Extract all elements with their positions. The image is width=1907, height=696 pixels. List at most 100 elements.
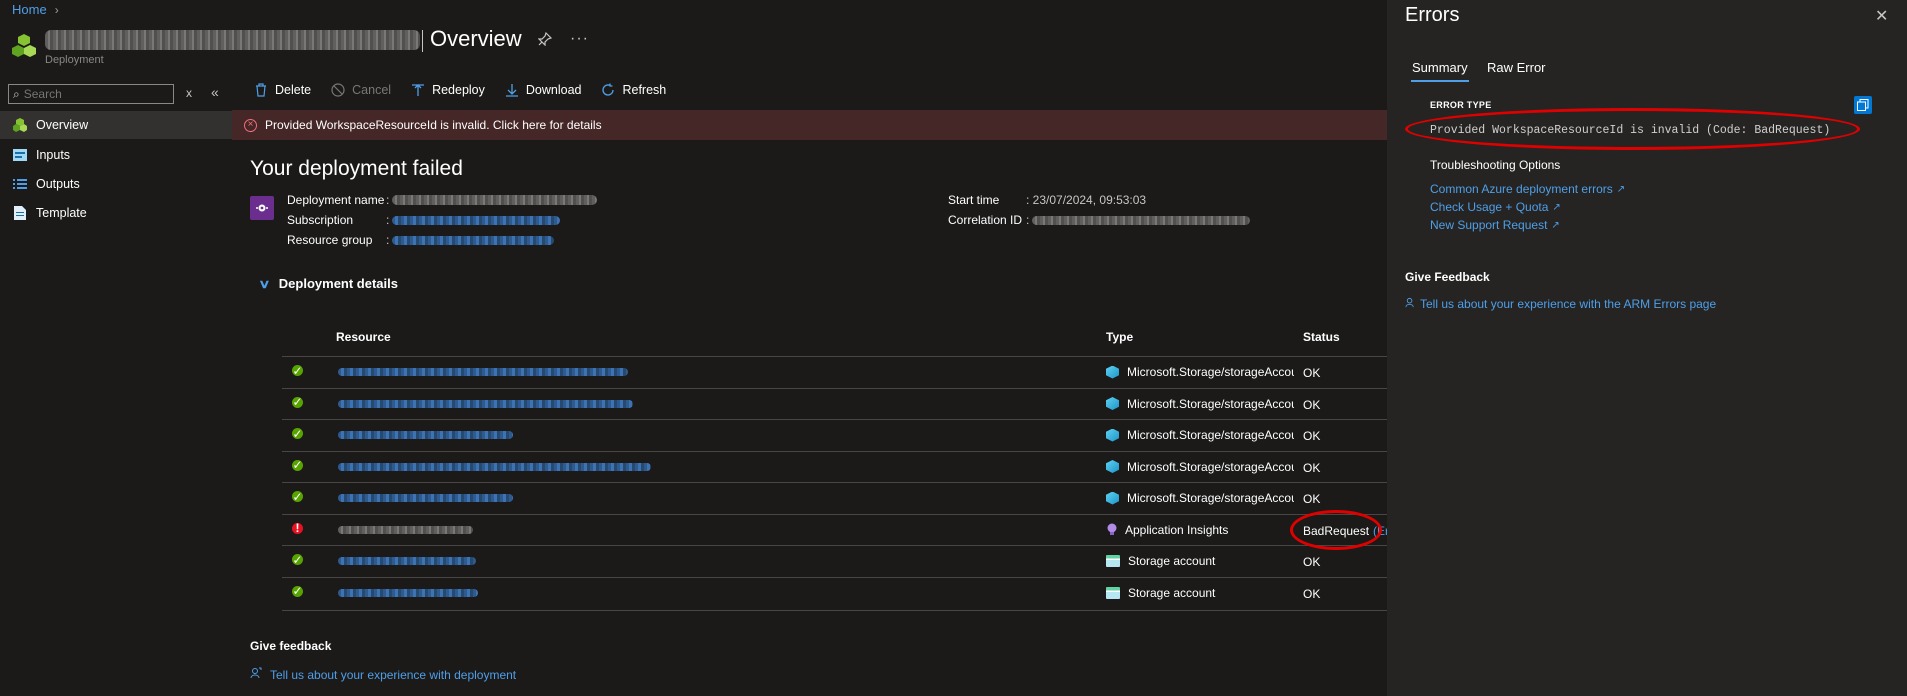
deployment-details-toggle[interactable]: ∨ Deployment details: [258, 276, 398, 291]
feedback-link-text: Tell us about your experience with deplo…: [270, 667, 517, 682]
refresh-button[interactable]: Refresh: [601, 83, 666, 97]
redacted-resource-link[interactable]: [338, 494, 513, 502]
resource-type-cell: Microsoft.Storage/storageAccou: [1106, 491, 1294, 505]
table-row: ✓ Microsoft.Storage/storageAccou OK: [282, 387, 1387, 420]
copy-icon[interactable]: [1854, 96, 1872, 114]
search-icon: ⌕: [13, 86, 20, 101]
redacted-deployment-name: [45, 30, 420, 50]
redacted-resource-link[interactable]: [338, 557, 476, 565]
sidebar-item-label: Overview: [36, 118, 89, 132]
overview-icon: [12, 117, 28, 133]
sidebar-item-overview[interactable]: Overview: [0, 111, 232, 139]
table-body: ✓ Microsoft.Storage/storageAccou OK ✓ Micros…: [282, 356, 1387, 612]
feedback-link[interactable]: Tell us about your experience with deplo…: [250, 667, 516, 682]
breadcrumb: Home ›: [12, 2, 59, 17]
redacted-resource-link[interactable]: [338, 588, 478, 597]
link-text: Common Azure deployment errors: [1430, 182, 1613, 196]
pin-icon[interactable]: [538, 32, 552, 46]
external-link-icon: ↗: [1616, 183, 1626, 195]
resource-type-text: Microsoft.Storage/storageAccou: [1127, 428, 1294, 442]
trash-icon: [254, 83, 268, 97]
table-row: ✓ Microsoft.Storage/storageAccou OK: [282, 482, 1387, 514]
resource-group-label: Resource group: [287, 233, 373, 247]
resource-type-text: Microsoft.Storage/storageAccou: [1127, 396, 1294, 411]
status-cell: OK: [1303, 587, 1320, 601]
more-options-icon[interactable]: ···: [570, 30, 589, 48]
search-input[interactable]: [19, 86, 166, 102]
storage-cube-icon: [1106, 491, 1119, 505]
table-row: ✓ Storage account OK: [282, 545, 1387, 577]
redacted-subscription-link[interactable]: [392, 216, 560, 225]
tab-raw-error[interactable]: Raw Error: [1487, 60, 1546, 75]
redacted-resource-group-link[interactable]: [392, 236, 554, 245]
page-title: Overview: [430, 26, 522, 51]
sidebar-item-outputs[interactable]: Outputs: [0, 170, 232, 198]
arm-errors-feedback-link[interactable]: Tell us about your experience with the A…: [1405, 297, 1716, 311]
troubleshooting-heading: Troubleshooting Options: [1430, 158, 1561, 172]
sidebar-item-label: Inputs: [36, 148, 71, 162]
delete-button[interactable]: Delete: [254, 83, 311, 97]
column-header-type: Type: [1106, 330, 1134, 344]
colon-separator: :: [386, 233, 390, 247]
download-label: Download: [525, 83, 582, 97]
status-text: OK: [1303, 586, 1321, 601]
search-clear-button[interactable]: x: [186, 86, 192, 100]
active-tab-indicator: [1411, 80, 1469, 82]
redacted-resource-link[interactable]: [338, 431, 513, 439]
tab-summary[interactable]: Summary: [1412, 60, 1468, 75]
outputs-icon: [12, 176, 28, 192]
external-link-icon: ↗: [1552, 201, 1561, 213]
resource-type-text: Microsoft.Storage/storageAccou: [1127, 491, 1294, 505]
chevron-down-icon: ∨: [258, 276, 271, 291]
status-cell: OK: [1303, 366, 1320, 380]
sidebar-item-label: Outputs: [36, 177, 80, 191]
error-banner-text: Provided WorkspaceResourceId is invalid.…: [265, 118, 602, 132]
column-header-resource: Resource: [336, 330, 391, 344]
start-time-text: 23/07/2024, 09:53:03: [1032, 193, 1147, 207]
chevron-right-icon: ›: [54, 2, 59, 17]
sidebar-item-inputs[interactable]: Inputs: [0, 141, 232, 169]
feedback-person-icon: [1405, 297, 1416, 311]
redacted-resource-link[interactable]: [338, 368, 628, 376]
redacted-correlation-id: [1032, 216, 1250, 225]
status-text: OK: [1303, 460, 1321, 475]
cancel-button[interactable]: Cancel: [331, 83, 391, 97]
status-text: OK: [1303, 492, 1321, 506]
table-row: ✓ Microsoft.Storage/storageAccou OK: [282, 356, 1387, 388]
colon-separator: :: [386, 193, 390, 207]
status-cell: OK: [1303, 461, 1320, 475]
error-banner[interactable]: × Provided WorkspaceResourceId is invali…: [232, 110, 1387, 140]
collapse-sidebar-icon[interactable]: «: [211, 84, 219, 100]
search-box[interactable]: ⌕: [8, 84, 174, 104]
resource-type-text: Storage account: [1128, 585, 1216, 600]
status-cell: OK: [1303, 492, 1320, 506]
resource-type-cell: Microsoft.Storage/storageAccou: [1106, 397, 1294, 411]
download-button[interactable]: Download: [505, 83, 582, 97]
redacted-resource-link[interactable]: [338, 462, 651, 471]
column-header-status: Status: [1303, 330, 1340, 344]
sidebar-item-template[interactable]: Template: [0, 199, 232, 227]
deployment-status-title: Your deployment failed: [250, 157, 463, 180]
success-check-icon: ✓: [292, 489, 303, 504]
subscription-label: Subscription: [287, 213, 354, 227]
lightbulb-icon: [1106, 523, 1117, 536]
redeploy-label: Redeploy: [432, 83, 485, 97]
breadcrumb-home-link[interactable]: Home: [12, 2, 47, 17]
resource-type-cell: Storage account: [1106, 554, 1294, 568]
common-errors-link[interactable]: Common Azure deployment errors ↗: [1430, 182, 1625, 196]
resource-type-text: Microsoft.Storage/storageAccou: [1127, 459, 1294, 474]
link-text: Tell us about your experience with the A…: [1420, 297, 1717, 311]
command-bar: Delete Cancel Redeploy Download Refresh: [254, 83, 666, 97]
storage-account-icon: [1106, 555, 1120, 567]
redacted-resource-link[interactable]: [338, 399, 633, 408]
error-circle-icon: ×: [244, 118, 257, 132]
storage-cube-icon: [1106, 397, 1119, 410]
status-cell: OK: [1303, 555, 1320, 569]
redeploy-button[interactable]: Redeploy: [411, 83, 485, 97]
close-icon[interactable]: ✕: [1875, 6, 1888, 26]
deployment-name-label: Deployment name: [287, 193, 385, 207]
support-request-link[interactable]: New Support Request ↗: [1430, 218, 1560, 232]
page-subtitle: Deployment: [45, 54, 104, 66]
refresh-icon: [601, 83, 615, 97]
usage-quota-link[interactable]: Check Usage + Quota ↗: [1430, 200, 1561, 214]
